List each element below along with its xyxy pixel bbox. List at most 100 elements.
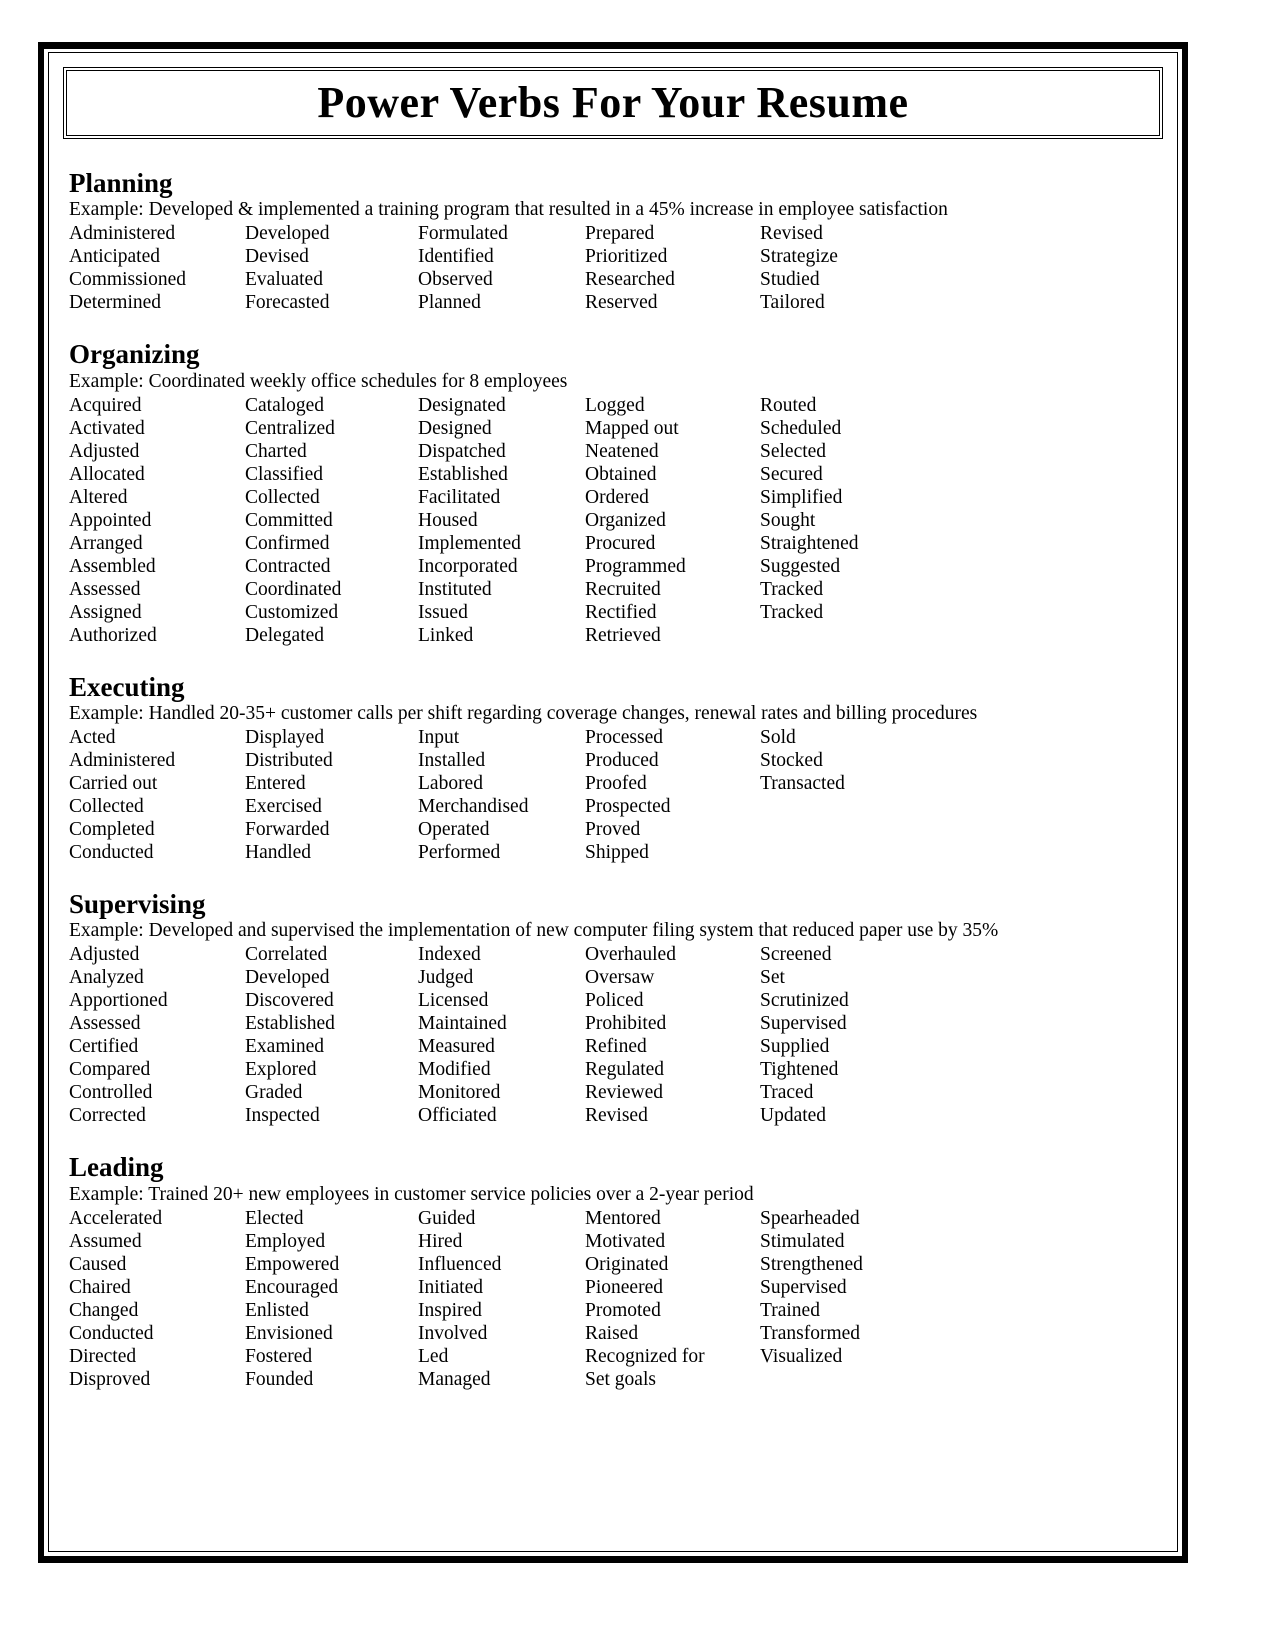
verb-cell: Inspected: [245, 1105, 320, 1127]
verb-cell: Prohibited: [585, 1013, 667, 1035]
verb-cell: Modified: [418, 1059, 491, 1081]
table-row: Assigned Customized Issued Rectified Tracked: [69, 601, 1061, 624]
verb-cell: Prepared: [585, 223, 655, 245]
verb-cell: Forwarded: [245, 819, 330, 841]
verb-cell: [760, 795, 1061, 818]
verb-cell: Transformed: [760, 1322, 861, 1344]
verb-cell: Retrieved: [585, 624, 661, 646]
verb-cell: Dispatched: [418, 440, 506, 462]
verb-cell: Caused: [69, 1253, 127, 1275]
table-row: Directed Fostered Led Recognized for Visuali…: [69, 1345, 1061, 1368]
verb-cell: Pioneered: [585, 1276, 663, 1298]
verb-cell: Centralized: [245, 417, 335, 439]
verb-cell: Contracted: [245, 555, 331, 577]
verb-cell: Monitored: [418, 1082, 501, 1104]
table-row: Adjusted Charted Dispatched Neatened Selecte…: [69, 440, 1061, 463]
verb-cell: Customized: [245, 601, 339, 623]
verb-cell: Envisioned: [245, 1322, 333, 1344]
verb-cell: Scheduled: [760, 417, 842, 439]
table-row: Anticipated Devised Identified Prioritized S…: [69, 245, 1061, 268]
verb-cell: Explored: [245, 1059, 317, 1081]
verb-cell: [760, 624, 1061, 647]
verb-cell: Controlled: [69, 1082, 153, 1104]
verb-cell: Processed: [585, 727, 663, 749]
verb-cell: Proved: [585, 819, 641, 841]
verb-cell: Acquired: [69, 394, 142, 416]
verb-cell: Established: [245, 1013, 335, 1035]
verb-table-planning: Administered Developed Formulated Prepared R…: [69, 222, 1061, 314]
verb-cell: Handled: [245, 842, 312, 864]
section-example-leading: Example: Trained 20+ new employees in cu…: [69, 1183, 754, 1205]
verb-cell: Correlated: [245, 944, 328, 966]
verb-cell: Examined: [245, 1036, 325, 1058]
page-border-top: [38, 42, 1188, 49]
verb-cell: Conducted: [69, 1322, 154, 1344]
section-heading-organizing: Organizing: [69, 339, 200, 370]
table-row: Controlled Graded Monitored Reviewed Traced: [69, 1081, 1061, 1104]
table-row: Certified Examined Measured Refined Supplied: [69, 1035, 1061, 1058]
verb-cell: Assessed: [69, 578, 141, 600]
verb-cell: Directed: [69, 1345, 137, 1367]
verb-cell: Appointed: [69, 509, 152, 531]
verb-cell: Analyzed: [69, 967, 144, 989]
verb-cell: Acted: [69, 727, 116, 749]
verb-cell: Incorporated: [418, 555, 518, 577]
verb-cell: Activated: [69, 417, 145, 439]
table-row: Caused Empowered Influenced Originated Stren…: [69, 1253, 1061, 1276]
verb-cell: Stocked: [760, 750, 823, 772]
title-banner: Power Verbs For Your Resume: [63, 67, 1163, 139]
verb-cell: Anticipated: [69, 246, 160, 268]
verb-cell: Studied: [760, 269, 820, 291]
table-row: Authorized Delegated Linked Retrieved: [69, 624, 1061, 647]
table-row: Acquired Cataloged Designated Logged Routed: [69, 394, 1061, 417]
verb-cell: [760, 818, 1061, 841]
verb-cell: Reserved: [585, 292, 658, 314]
verb-cell: Implemented: [418, 532, 521, 554]
verb-cell: Displayed: [245, 727, 325, 749]
table-row: Acted Displayed Input Processed Sold: [69, 726, 1061, 749]
table-row: Chaired Encouraged Initiated Pioneered Super…: [69, 1276, 1061, 1299]
verb-cell: Transacted: [760, 773, 845, 795]
verb-cell: Empowered: [245, 1253, 340, 1275]
verb-cell: Enlisted: [245, 1299, 309, 1321]
verb-cell: Licensed: [418, 990, 489, 1012]
verb-cell: Discovered: [245, 990, 334, 1012]
verb-cell: Guided: [418, 1207, 476, 1229]
table-row: Compared Explored Modified Regulated Tighten…: [69, 1058, 1061, 1081]
document-page: Power Verbs For Your Resume Planning Exam…: [0, 0, 1275, 1650]
table-row: Administered Distributed Installed Produced…: [69, 749, 1061, 772]
verb-cell: Revised: [760, 223, 823, 245]
verb-cell: Routed: [760, 394, 817, 416]
verb-cell: Measured: [418, 1036, 495, 1058]
table-row: Changed Enlisted Inspired Promoted Trained: [69, 1299, 1061, 1322]
verb-cell: Encouraged: [245, 1276, 339, 1298]
verb-cell: Developed: [245, 223, 330, 245]
verb-cell: Designated: [418, 394, 506, 416]
verb-cell: Merchandised: [418, 796, 529, 818]
verb-cell: Delegated: [245, 624, 325, 646]
verb-cell: Commissioned: [69, 269, 187, 291]
table-row: Arranged Confirmed Implemented Procured Stra…: [69, 532, 1061, 555]
section-heading-executing: Executing: [69, 671, 185, 702]
verb-cell: Shipped: [585, 842, 649, 864]
verb-section-planning: Planning Example: Developed & implemented…: [69, 169, 1177, 314]
verb-cell: Inspired: [418, 1299, 482, 1321]
verb-cell: Selected: [760, 440, 827, 462]
verb-cell: Confirmed: [245, 532, 330, 554]
verb-cell: Installed: [418, 750, 486, 772]
verb-cell: Fostered: [245, 1345, 313, 1367]
verb-cell: Secured: [760, 463, 823, 485]
verb-cell: Raised: [585, 1322, 639, 1344]
table-row: Accelerated Elected Guided Mentored Spearhea…: [69, 1207, 1061, 1230]
verb-cell: Revised: [585, 1105, 648, 1127]
verb-cell: Strengthened: [760, 1253, 863, 1275]
verb-cell: Determined: [69, 292, 162, 314]
table-row: Assembled Contracted Incorporated Programme…: [69, 555, 1061, 578]
verb-cell: Supervised: [760, 1276, 847, 1298]
verb-cell: Prioritized: [585, 246, 668, 268]
verb-cell: Classified: [245, 463, 323, 485]
verb-cell: Accelerated: [69, 1207, 163, 1229]
verb-cell: Charted: [245, 440, 307, 462]
verb-cell: Administered: [69, 223, 176, 245]
verb-cell: Researched: [585, 269, 675, 291]
